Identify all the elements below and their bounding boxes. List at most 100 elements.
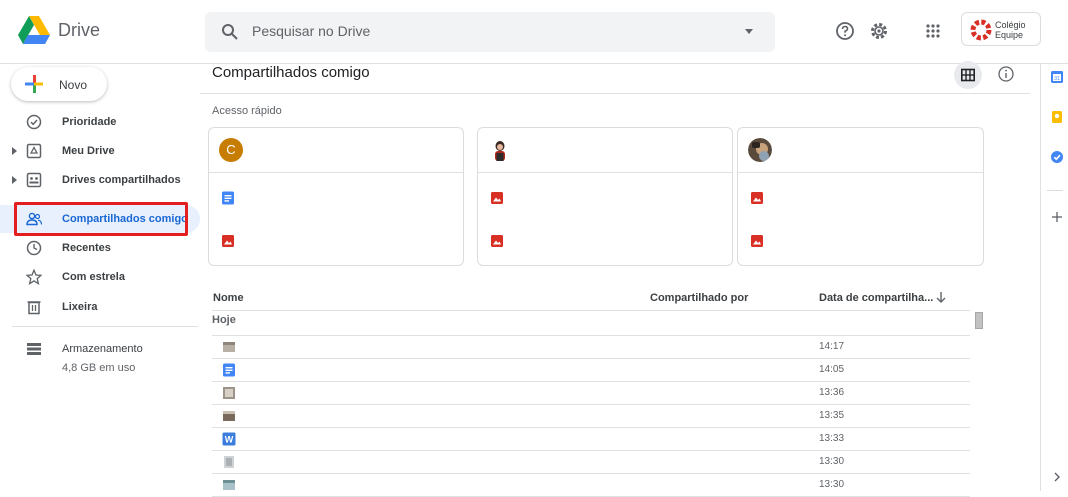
sidebar-item-label: Compartilhados comigo (62, 213, 188, 225)
clock-icon (26, 240, 42, 256)
table-row[interactable]: 13:30 (212, 451, 970, 474)
table-row[interactable]: 13:35 (212, 405, 970, 428)
grid-view-button[interactable] (954, 61, 982, 89)
top-bar: Drive Pesquisar no Drive Colégio Equipe (0, 0, 1068, 64)
search-options-icon[interactable] (745, 29, 753, 34)
settings-icon[interactable] (868, 20, 890, 42)
image-icon[interactable] (221, 234, 235, 248)
share-date: 14:05 (819, 364, 845, 375)
sidebar-item-starred[interactable]: Com estrela (0, 263, 200, 291)
rail-divider (1047, 190, 1063, 191)
image-thumb-icon (223, 387, 235, 399)
quick-access-card[interactable] (477, 127, 733, 266)
table-row[interactable]: 14:05 (212, 359, 970, 382)
keep-icon[interactable] (1050, 110, 1064, 124)
doc-icon (223, 363, 235, 377)
search-input[interactable]: Pesquisar no Drive (252, 23, 370, 39)
sidebar-item-label: Recentes (62, 242, 111, 254)
sidebar-item-recent[interactable]: Recentes (0, 234, 200, 262)
drive-logo-icon[interactable] (18, 16, 50, 44)
sort-arrow-icon[interactable] (934, 290, 948, 304)
sidebar-item-trash[interactable]: Lixeira (0, 293, 200, 321)
image-icon[interactable] (490, 234, 504, 248)
table-row[interactable]: 13:36 (212, 382, 970, 405)
doc-icon[interactable] (221, 191, 235, 205)
table-row[interactable]: 13:30 (212, 474, 970, 497)
sidebar-item-priority[interactable]: Prioridade (0, 108, 200, 136)
image-icon[interactable] (750, 191, 764, 205)
storage-icon (27, 343, 41, 355)
scrollbar-thumb[interactable] (975, 312, 983, 329)
sidebar-item-label: Drives compartilhados (62, 174, 181, 186)
sidebar-item-label: Lixeira (62, 301, 98, 313)
calendar-icon[interactable]: 31 (1050, 70, 1064, 84)
storage-label[interactable]: Armazenamento (62, 343, 143, 355)
account-name: Colégio Equipe (995, 20, 1026, 40)
group-label-today: Hoje (212, 314, 236, 326)
svg-text:W: W (225, 435, 234, 445)
avatar (748, 138, 772, 162)
share-date: 13:36 (819, 387, 845, 398)
star-icon (26, 269, 42, 285)
new-button[interactable]: Novo (11, 67, 107, 101)
tasks-icon[interactable] (1050, 150, 1064, 164)
column-name[interactable]: Nome (213, 292, 244, 304)
column-shared-by[interactable]: Compartilhado por (650, 292, 748, 304)
storage-used: 4,8 GB em uso (62, 362, 136, 374)
svg-text:31: 31 (1054, 76, 1060, 82)
avatar: C (219, 138, 243, 162)
account-name-line2: Equipe (995, 30, 1024, 40)
check-circle-icon (26, 114, 42, 130)
column-share-date[interactable]: Data de compartilha... (819, 292, 933, 304)
app-name[interactable]: Drive (58, 20, 100, 41)
main-content: Compartilhados comigo Acesso rápido C No… (200, 61, 1030, 497)
card-divider (738, 172, 983, 173)
share-date: 13:30 (819, 479, 845, 490)
image-icon[interactable] (750, 234, 764, 248)
side-panel-rail: 31 (1040, 64, 1068, 491)
chevron-right-icon[interactable] (1050, 470, 1064, 484)
sidebar-item-shared-drives[interactable]: Drives compartilhados (0, 166, 200, 194)
apps-grid-icon[interactable] (922, 20, 944, 42)
search-bar[interactable]: Pesquisar no Drive (205, 12, 775, 52)
sidebar-divider (12, 326, 198, 327)
image-thumb-icon (224, 456, 234, 468)
sidebar-item-shared-with-me[interactable]: Compartilhados comigo (0, 205, 200, 233)
page-title[interactable]: Compartilhados comigo (212, 64, 370, 81)
share-date: 13:30 (819, 456, 845, 467)
sidebar-item-label: Prioridade (62, 116, 117, 128)
help-icon[interactable] (834, 20, 856, 42)
search-icon[interactable] (221, 23, 239, 41)
sidebar-item-label: Meu Drive (62, 145, 115, 157)
card-divider (478, 172, 732, 173)
word-icon: W (222, 432, 236, 446)
shared-people-icon (26, 212, 42, 226)
shared-drives-icon (26, 172, 42, 188)
card-divider (209, 172, 463, 173)
avatar (488, 138, 512, 162)
quick-access-title: Acesso rápido (212, 105, 282, 117)
info-icon[interactable] (997, 65, 1015, 83)
school-logo-icon (970, 19, 992, 41)
share-date: 14:17 (819, 341, 845, 352)
share-date: 13:35 (819, 410, 845, 421)
image-thumb-icon (223, 342, 235, 352)
account-button[interactable]: Colégio Equipe (961, 12, 1041, 46)
table-row[interactable]: W 13:33 (212, 428, 970, 451)
quick-access-card[interactable]: C (208, 127, 464, 266)
plus-icon (25, 75, 43, 93)
new-button-label: Novo (59, 78, 88, 92)
file-list-header: Nome Compartilhado por Data de compartil… (212, 287, 970, 311)
main-header: Compartilhados comigo (200, 61, 1030, 94)
my-drive-icon (26, 143, 42, 159)
expand-caret-icon[interactable] (12, 176, 17, 184)
table-row[interactable]: 14:17 (212, 336, 970, 359)
quick-access-card[interactable] (737, 127, 984, 266)
image-icon[interactable] (490, 191, 504, 205)
expand-caret-icon[interactable] (12, 147, 17, 155)
add-addon-icon[interactable] (1050, 210, 1064, 224)
sidebar-item-label: Com estrela (62, 271, 125, 283)
sidebar-item-my-drive[interactable]: Meu Drive (0, 137, 200, 165)
share-date: 13:33 (819, 433, 845, 444)
grid-view-icon (961, 68, 975, 82)
